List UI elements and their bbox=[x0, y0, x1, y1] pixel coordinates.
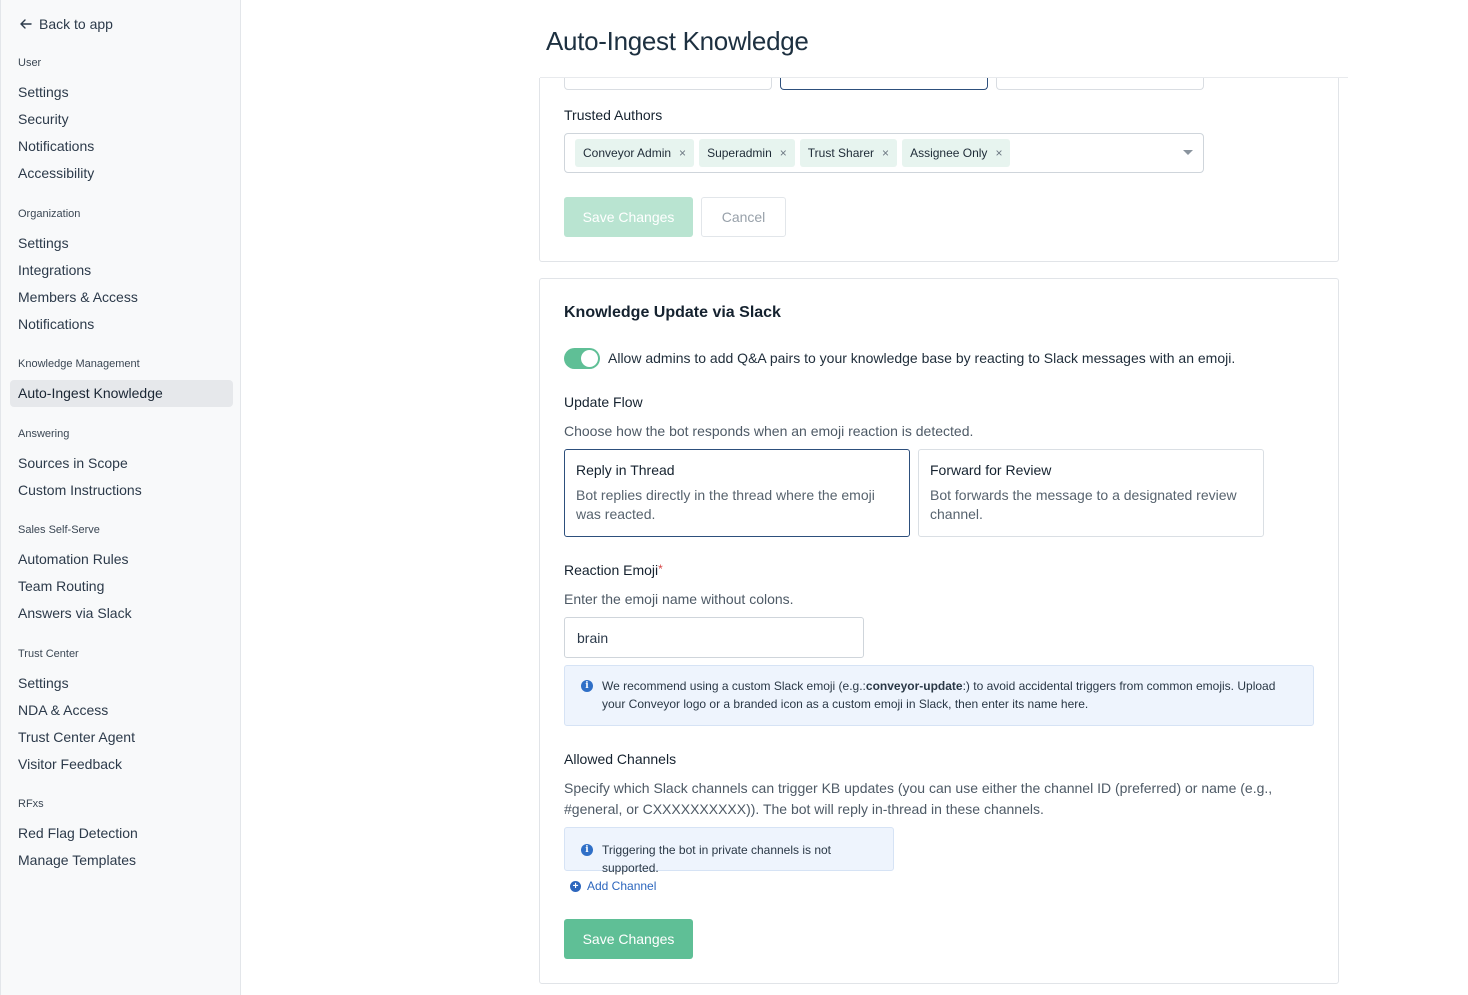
info-text: Triggering the bot in private channels i… bbox=[602, 843, 832, 875]
sidebar-item-nda-access[interactable]: NDA & Access bbox=[18, 697, 233, 724]
nav-group-title: Answering bbox=[18, 428, 70, 440]
nav-group-knowledge-management: Knowledge Management Auto-Ingest Knowled… bbox=[10, 358, 233, 407]
option-description: Bot replies directly in the thread where… bbox=[576, 487, 875, 522]
update-flow-description: Choose how the bot responds when an emoj… bbox=[564, 423, 974, 439]
sidebar-item-auto-ingest-knowledge[interactable]: Auto-Ingest Knowledge bbox=[10, 380, 233, 407]
info-icon: i bbox=[581, 680, 593, 692]
sidebar-item-team-routing[interactable]: Team Routing bbox=[18, 573, 233, 600]
nav-group-organization: Organization Settings Integrations Membe… bbox=[18, 208, 233, 338]
sidebar-item-answers-via-slack[interactable]: Answers via Slack bbox=[18, 600, 233, 627]
reaction-emoji-label-text: Reaction Emoji bbox=[564, 562, 659, 578]
info-text-prefix: We recommend using a custom Slack emoji … bbox=[602, 679, 866, 693]
nav-group-sales-self-serve: Sales Self-Serve Automation Rules Team R… bbox=[18, 524, 233, 627]
private-channels-info: i Triggering the bot in private channels… bbox=[564, 827, 894, 875]
info-text-emoji: conveyor-update bbox=[865, 679, 963, 693]
info-icon: i bbox=[581, 844, 593, 856]
emoji-recommendation-info: i We recommend using a custom Slack emoj… bbox=[564, 665, 1314, 726]
back-to-app-label: Back to app bbox=[39, 16, 113, 32]
option-title: Reply in Thread bbox=[576, 462, 675, 478]
sidebar-item-user-notifications[interactable]: Notifications bbox=[18, 133, 233, 160]
nav-group-rfxs: RFxs Red Flag Detection Manage Templates bbox=[18, 798, 233, 874]
sidebar-item-visitor-feedback[interactable]: Visitor Feedback bbox=[18, 751, 233, 778]
partial-field-left[interactable] bbox=[564, 78, 772, 90]
slack-enable-toggle[interactable] bbox=[564, 348, 600, 369]
author-tag: Superadmin × bbox=[699, 139, 795, 167]
add-channel-label: Add Channel bbox=[587, 879, 657, 893]
close-icon[interactable]: × bbox=[995, 146, 1002, 160]
close-icon[interactable]: × bbox=[679, 146, 686, 160]
partial-field-middle[interactable] bbox=[780, 78, 988, 90]
toggle-label: Allow admins to add Q&A pairs to your kn… bbox=[608, 350, 1236, 366]
update-flow-label: Update Flow bbox=[564, 394, 643, 410]
nav-group-title: Organization bbox=[18, 208, 81, 220]
close-icon[interactable]: × bbox=[780, 146, 787, 160]
nav-group-title: Sales Self-Serve bbox=[18, 524, 100, 536]
reaction-emoji-description: Enter the emoji name without colons. bbox=[564, 591, 794, 607]
back-to-app-link[interactable]: Back to app bbox=[19, 16, 113, 32]
chevron-down-icon[interactable] bbox=[1183, 150, 1193, 155]
sidebar-item-trust-center-settings[interactable]: Settings bbox=[18, 670, 233, 697]
add-channel-button[interactable]: + Add Channel bbox=[570, 879, 656, 893]
slack-section-title: Knowledge Update via Slack bbox=[564, 304, 781, 321]
plus-circle-icon: + bbox=[570, 880, 581, 892]
sidebar-item-automation-rules[interactable]: Automation Rules bbox=[18, 546, 233, 573]
close-icon[interactable]: × bbox=[882, 146, 889, 160]
page-title: Auto-Ingest Knowledge bbox=[546, 26, 809, 56]
sidebar-item-accessibility[interactable]: Accessibility bbox=[18, 160, 233, 187]
required-mark: * bbox=[658, 562, 663, 576]
nav-group-title: Knowledge Management bbox=[18, 358, 140, 370]
sidebar-item-security[interactable]: Security bbox=[18, 106, 233, 133]
author-tag: Assignee Only × bbox=[902, 139, 1011, 167]
nav-group-title: User bbox=[18, 57, 42, 69]
sidebar-item-trust-center-agent[interactable]: Trust Center Agent bbox=[18, 724, 233, 751]
sidebar-item-red-flag-detection[interactable]: Red Flag Detection bbox=[18, 820, 233, 847]
option-forward-for-review[interactable]: Forward for Review Bot forwards the mess… bbox=[918, 449, 1264, 537]
nav-group-trust-center: Trust Center Settings NDA & Access Trust… bbox=[18, 648, 233, 778]
sidebar-item-custom-instructions[interactable]: Custom Instructions bbox=[18, 477, 233, 504]
sidebar-item-manage-templates[interactable]: Manage Templates bbox=[18, 847, 233, 874]
nav-group-answering: Answering Sources in Scope Custom Instru… bbox=[18, 428, 233, 504]
sidebar-item-members-access[interactable]: Members & Access bbox=[18, 284, 233, 311]
sidebar-item-org-notifications[interactable]: Notifications bbox=[18, 311, 233, 338]
tag-label: Superadmin bbox=[707, 146, 772, 160]
reaction-emoji-label: Reaction Emoji* bbox=[564, 562, 663, 578]
cancel-button[interactable]: Cancel bbox=[701, 197, 786, 237]
option-title: Forward for Review bbox=[930, 462, 1052, 478]
option-description: Bot forwards the message to a designated… bbox=[930, 487, 1237, 522]
trusted-authors-select[interactable]: Conveyor Admin × Superadmin × Trust Shar… bbox=[564, 133, 1204, 173]
settings-sidebar: Back to app User Settings Security Notif… bbox=[0, 0, 241, 995]
tag-label: Conveyor Admin bbox=[583, 146, 672, 160]
allowed-channels-label: Allowed Channels bbox=[564, 751, 677, 767]
nav-group-user: User Settings Security Notifications Acc… bbox=[18, 57, 233, 187]
tag-label: Trust Sharer bbox=[807, 146, 875, 160]
author-tag: Trust Sharer × bbox=[799, 139, 898, 167]
option-reply-in-thread[interactable]: Reply in Thread Bot replies directly in … bbox=[564, 449, 910, 537]
sidebar-item-sources-in-scope[interactable]: Sources in Scope bbox=[18, 450, 233, 477]
trusted-authors-label: Trusted Authors bbox=[564, 107, 663, 123]
tag-label: Assignee Only bbox=[910, 146, 988, 160]
allowed-channels-description: Specify which Slack channels can trigger… bbox=[564, 780, 1273, 817]
author-tag: Conveyor Admin × bbox=[575, 139, 695, 167]
save-changes-button[interactable]: Save Changes bbox=[564, 919, 693, 959]
save-changes-button-disabled[interactable]: Save Changes bbox=[564, 197, 693, 237]
arrow-left-icon bbox=[20, 19, 32, 29]
reaction-emoji-input[interactable] bbox=[564, 617, 864, 658]
info-text: We recommend using a custom Slack emoji … bbox=[602, 677, 1297, 714]
sidebar-item-org-settings[interactable]: Settings bbox=[18, 230, 233, 257]
toggle-knob bbox=[581, 350, 598, 367]
nav-group-title: RFxs bbox=[18, 798, 44, 810]
sidebar-item-integrations[interactable]: Integrations bbox=[18, 257, 233, 284]
partial-field-right[interactable] bbox=[996, 78, 1204, 90]
sidebar-item-user-settings[interactable]: Settings bbox=[18, 79, 233, 106]
nav-group-title: Trust Center bbox=[18, 648, 79, 660]
